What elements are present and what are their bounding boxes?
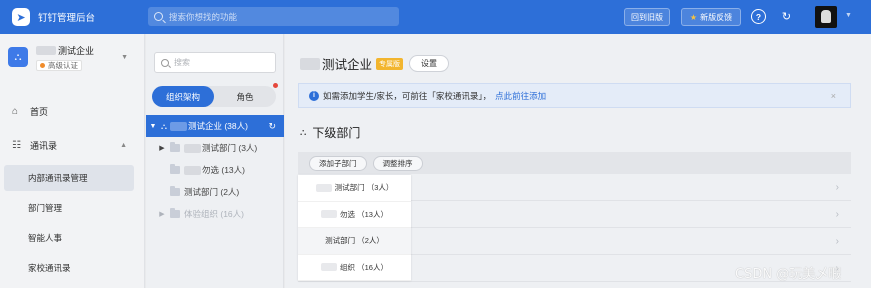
caret-down-icon: ▼ bbox=[149, 122, 157, 130]
tab-roles[interactable]: 角色 bbox=[214, 86, 276, 107]
sidebar-item-school-contacts[interactable]: 家校通讯录 bbox=[0, 255, 145, 281]
refresh-icon[interactable]: ↻ bbox=[779, 9, 794, 24]
chevron-right-icon: › bbox=[835, 236, 839, 247]
redacted-text bbox=[300, 57, 320, 70]
sidebar-item-dept-management[interactable]: 部门管理 bbox=[0, 195, 145, 221]
dept-name-list: 测试部门 （3人） 勿选 （13人） 测试部门 （2人） 组织 （16人） bbox=[298, 175, 411, 281]
tree-node-label: 勿选 (13人) bbox=[202, 165, 245, 175]
search-icon bbox=[161, 58, 169, 67]
tab-org-structure[interactable]: 组织架构 bbox=[152, 86, 214, 107]
folder-icon bbox=[170, 164, 180, 174]
feedback-label: 新版反馈 bbox=[700, 12, 733, 22]
section-title: ⛬ 下级部门 bbox=[300, 124, 360, 141]
notification-dot bbox=[273, 83, 278, 88]
auth-dot-icon bbox=[40, 63, 45, 68]
tree-node-label: 测试部门 (3人) bbox=[202, 143, 258, 153]
sidebar-item-label: 首页 bbox=[30, 106, 49, 117]
chevron-right-icon: › bbox=[835, 182, 839, 193]
global-search-placeholder: 搜索你想找的功能 bbox=[169, 11, 238, 22]
redacted-text bbox=[315, 183, 332, 192]
section-title-text: 下级部门 bbox=[312, 126, 361, 140]
page-header: 测试企业 专属版 设置 bbox=[300, 54, 450, 73]
org-tabs: 组织架构 角色 bbox=[152, 86, 276, 107]
app-title: 钉钉管理后台 bbox=[38, 13, 96, 24]
dept-label: 测试部门 （2人） bbox=[325, 236, 384, 246]
star-icon: ★ bbox=[689, 12, 698, 22]
refresh-icon[interactable]: ↻ bbox=[268, 121, 276, 132]
dept-toolbar: 添加子部门 调整排序 bbox=[298, 152, 851, 174]
sidebar-item-internal-contacts[interactable]: 内部通讯录管理 bbox=[4, 165, 134, 191]
tree-node[interactable]: ▶ 测试部门 (3人) bbox=[146, 137, 284, 159]
notice-text: 如需添加学生/家长，可前往「家校通讯录」， bbox=[323, 90, 492, 101]
dept-label: 测试部门 （3人） bbox=[334, 183, 394, 193]
redacted-text bbox=[321, 210, 338, 219]
global-search-input[interactable]: 搜索你想找的功能 bbox=[148, 7, 399, 26]
tree-node[interactable]: 测试部门 (2人) bbox=[146, 181, 284, 203]
tree-node-label: 测试部门 (2人) bbox=[184, 187, 240, 197]
org-search-input[interactable]: 搜索 bbox=[154, 52, 276, 73]
watermark: CSDN @玩美乄暇 bbox=[735, 267, 842, 282]
brand[interactable]: ➤ 钉钉管理后台 bbox=[0, 8, 145, 26]
page-title-text: 测试企业 bbox=[322, 58, 373, 72]
page-title: 测试企业 专属版 bbox=[300, 54, 404, 73]
sidebar-item-contacts[interactable]: ☷ 通讯录 ▲ bbox=[0, 132, 145, 158]
tree-node-label: 测试企业 (38人) bbox=[187, 121, 248, 131]
tree-node-root[interactable]: ▼ ⛬ 测试企业 (38人) ↻ bbox=[146, 115, 284, 137]
corp-switcher[interactable]: ⛬ 测试企业 高级认证 ▼ bbox=[8, 44, 136, 78]
feedback-button[interactable]: ★ 新版反馈 bbox=[681, 8, 741, 26]
dept-label: 勿选 （13人） bbox=[340, 209, 388, 219]
list-item[interactable]: 勿选 （13人） bbox=[298, 202, 411, 228]
top-bar: ➤ 钉钉管理后台 搜索你想找的功能 回到旧版 ★ 新版反馈 ? ↻ ▼ bbox=[0, 0, 871, 34]
chevron-down-icon: ▼ bbox=[121, 54, 128, 61]
list-item[interactable]: 测试部门 （2人） bbox=[298, 228, 411, 255]
redacted-text bbox=[184, 165, 201, 175]
folder-icon bbox=[170, 208, 180, 218]
chevron-right-icon: › bbox=[835, 209, 839, 220]
sidebar-item-label: 通讯录 bbox=[30, 140, 58, 151]
tree-node-label: 体验组织 (16人) bbox=[184, 209, 244, 219]
sidebar-item-home[interactable]: ⌂ 首页 bbox=[0, 98, 145, 124]
list-item[interactable]: 测试部门 （3人） bbox=[298, 175, 411, 202]
back-to-old-version-button[interactable]: 回到旧版 bbox=[624, 8, 670, 26]
tree-node[interactable]: 勿选 (13人) bbox=[146, 159, 284, 181]
chevron-down-icon[interactable]: ▼ bbox=[845, 12, 852, 19]
home-icon: ⌂ bbox=[12, 105, 19, 117]
corp-name-row: 测试企业 bbox=[36, 44, 94, 57]
dept-label: 组织 （16人） bbox=[340, 262, 388, 272]
sidebar-item-smart-hr[interactable]: 智能人事 bbox=[0, 225, 145, 251]
info-icon: i bbox=[309, 90, 319, 101]
org-search-placeholder: 搜索 bbox=[174, 58, 190, 67]
org-icon: ⛬ bbox=[8, 47, 28, 67]
org-tree-icon: ⛬ bbox=[300, 127, 307, 137]
tree-node[interactable]: ▶ 体验组织 (16人) bbox=[146, 203, 284, 225]
org-panel: 搜索 组织架构 角色 ▼ ⛬ 测试企业 (38人) ↻ ▶ 测试部门 (3人) … bbox=[146, 34, 284, 288]
org-icon: ⛬ bbox=[161, 120, 167, 131]
search-icon bbox=[154, 12, 163, 21]
redacted-text bbox=[321, 263, 338, 272]
redacted-text bbox=[169, 121, 187, 131]
settings-button[interactable]: 设置 bbox=[409, 55, 450, 72]
help-icon[interactable]: ? bbox=[751, 9, 766, 24]
add-sub-department-button[interactable]: 添加子部门 bbox=[309, 155, 367, 171]
adjust-order-button[interactable]: 调整排序 bbox=[372, 155, 423, 171]
user-avatar[interactable] bbox=[815, 6, 837, 28]
redacted-text bbox=[184, 143, 201, 153]
exclusive-badge: 专属版 bbox=[376, 57, 404, 70]
auth-badge: 高级认证 bbox=[36, 60, 82, 71]
folder-icon bbox=[170, 142, 180, 152]
folder-icon bbox=[170, 186, 180, 196]
dingtalk-logo-icon: ➤ bbox=[12, 8, 30, 26]
caret-right-icon: ▶ bbox=[159, 145, 165, 152]
caret-right-icon: ▶ bbox=[159, 211, 165, 218]
notice-link[interactable]: 点此前往添加 bbox=[495, 90, 546, 102]
sidebar: ⛬ 测试企业 高级认证 ▼ ⌂ 首页 ☷ 通讯录 ▲ 内部通讯录管理 部门管理 … bbox=[0, 34, 145, 288]
chevron-up-icon: ▲ bbox=[120, 141, 127, 149]
info-notice: i 如需添加学生/家长，可前往「家校通讯录」， 点此前往添加 × bbox=[298, 83, 851, 108]
redacted-text bbox=[36, 46, 56, 55]
list-item[interactable]: 组织 （16人） bbox=[298, 255, 411, 281]
auth-label: 高级认证 bbox=[48, 61, 78, 70]
close-icon[interactable]: × bbox=[831, 91, 836, 101]
contacts-icon: ☷ bbox=[12, 139, 21, 151]
corp-name: 测试企业 bbox=[58, 46, 95, 56]
